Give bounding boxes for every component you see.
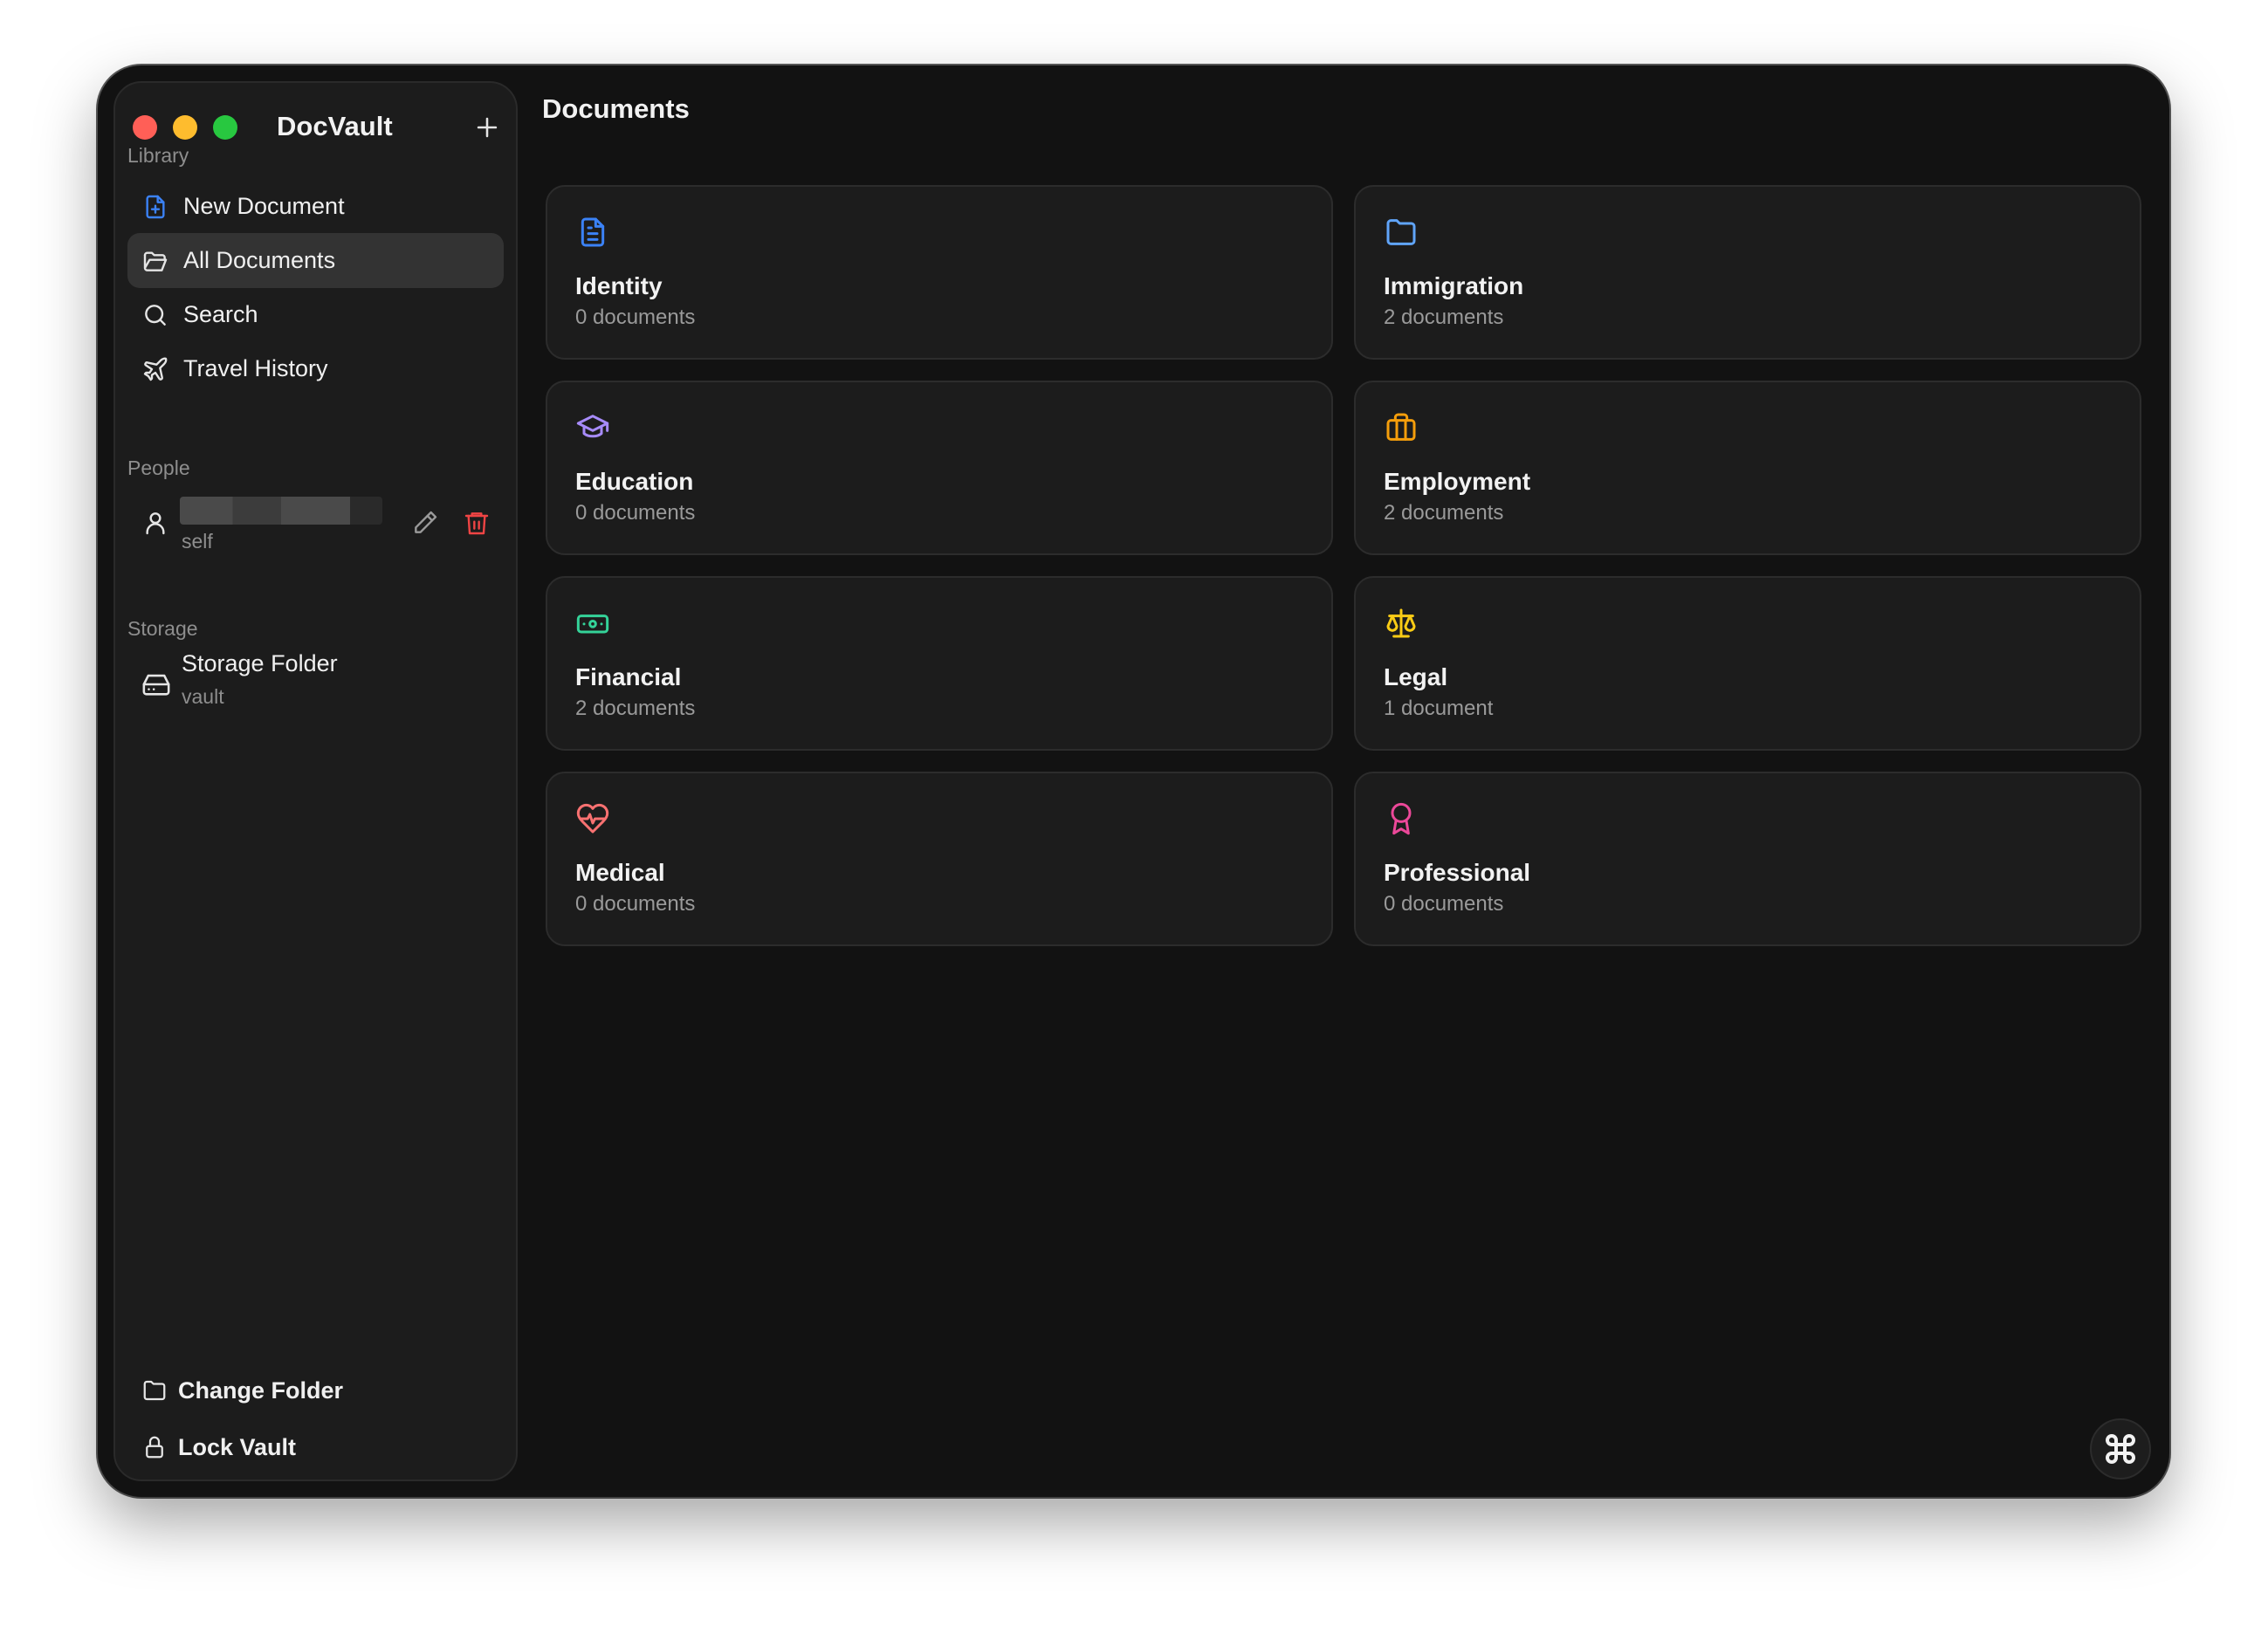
sidebar-item-all-documents[interactable]: All Documents — [127, 233, 504, 288]
category-grid: Identity 0 documents Immigration 2 docum… — [546, 185, 2141, 946]
category-name: Medical — [575, 859, 665, 886]
category-count: 1 document — [1384, 697, 1494, 720]
sidebar-item-label: All Documents — [183, 247, 336, 273]
user-icon — [146, 512, 165, 535]
category-name: Immigration — [1384, 272, 1524, 299]
people-section-label: People — [127, 457, 190, 479]
minimize-window-button[interactable] — [173, 115, 197, 140]
sidebar: DocVault Library New Document All Docume… — [113, 81, 518, 1481]
category-card-identity[interactable]: Identity 0 documents — [546, 185, 1333, 360]
sidebar-item-search[interactable]: Search — [127, 287, 504, 342]
trash-icon[interactable] — [463, 509, 491, 537]
folder-open-icon — [143, 251, 168, 271]
person-item[interactable]: self — [127, 491, 504, 570]
category-card-medical[interactable]: Medical 0 documents — [546, 772, 1333, 946]
window-controls — [133, 115, 237, 140]
category-count: 0 documents — [1384, 892, 1504, 916]
sidebar-item-label: Search — [183, 301, 258, 327]
category-count: 2 documents — [1384, 305, 1504, 329]
sidebar-item-travel-history[interactable]: Travel History — [127, 341, 504, 396]
lock-icon — [146, 1436, 163, 1459]
sidebar-item-label: Travel History — [183, 355, 328, 381]
storage-section-label: Storage — [127, 617, 198, 640]
banknote-icon — [576, 614, 609, 634]
storage-folder-title: Storage Folder — [182, 650, 338, 676]
storage-folder-path: vault — [182, 685, 224, 708]
lock-vault-button[interactable]: Lock Vault — [127, 1423, 504, 1472]
lock-vault-label: Lock Vault — [178, 1433, 297, 1460]
app-window: DocVault Library New Document All Docume… — [98, 65, 2169, 1497]
change-folder-button[interactable]: Change Folder — [127, 1366, 504, 1415]
category-count: 0 documents — [575, 501, 696, 525]
person-role: self — [182, 530, 213, 553]
person-name-redacted — [180, 497, 382, 525]
add-icon[interactable] — [472, 113, 502, 142]
category-count: 0 documents — [575, 305, 696, 329]
plane-icon — [143, 357, 168, 381]
category-name: Employment — [1384, 468, 1531, 495]
hard-drive-icon — [142, 674, 170, 696]
sidebar-item-new-document[interactable]: New Document — [127, 179, 504, 234]
file-text-icon — [581, 217, 605, 247]
command-menu-button[interactable] — [2090, 1418, 2151, 1479]
heart-pulse-icon — [576, 803, 609, 834]
briefcase-icon — [1386, 413, 1416, 441]
app-title: DocVault — [277, 111, 393, 141]
library-section-label: Library — [127, 144, 189, 167]
category-card-legal[interactable]: Legal 1 document — [1354, 576, 2141, 751]
award-icon — [1391, 802, 1412, 835]
pencil-icon[interactable] — [411, 509, 439, 537]
category-card-immigration[interactable]: Immigration 2 documents — [1354, 185, 2141, 360]
category-name: Financial — [575, 663, 682, 690]
zoom-window-button[interactable] — [213, 115, 237, 140]
storage-folder-item[interactable]: Storage Folder vault — [127, 650, 504, 720]
category-card-professional[interactable]: Professional 0 documents — [1354, 772, 2141, 946]
sidebar-item-label: New Document — [183, 193, 345, 219]
category-count: 2 documents — [575, 697, 696, 720]
folder-icon — [1386, 219, 1416, 245]
file-plus-icon — [146, 195, 165, 218]
category-card-financial[interactable]: Financial 2 documents — [546, 576, 1333, 751]
category-card-employment[interactable]: Employment 2 documents — [1354, 381, 2141, 555]
close-window-button[interactable] — [133, 115, 157, 140]
category-count: 0 documents — [575, 892, 696, 916]
category-name: Legal — [1384, 663, 1448, 690]
category-name: Education — [575, 468, 694, 495]
page-title: Documents — [542, 93, 690, 124]
search-icon — [145, 304, 166, 326]
category-name: Professional — [1384, 859, 1531, 886]
category-count: 2 documents — [1384, 501, 1504, 525]
folder-icon — [143, 1380, 166, 1401]
graduation-cap-icon — [576, 415, 609, 438]
command-icon — [2106, 1434, 2135, 1464]
category-card-education[interactable]: Education 0 documents — [546, 381, 1333, 555]
scale-icon — [1386, 608, 1416, 638]
change-folder-label: Change Folder — [178, 1376, 344, 1404]
category-name: Identity — [575, 272, 663, 299]
